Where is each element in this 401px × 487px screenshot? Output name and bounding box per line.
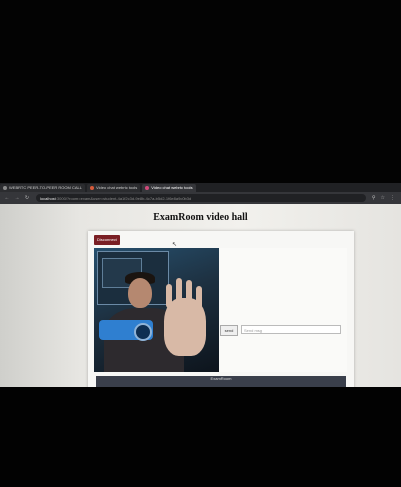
finger	[196, 286, 202, 310]
browser-address-bar: ← → ↻ localhost:3000/?room=exam&user=stu…	[0, 192, 401, 204]
url-host: localhost	[40, 195, 56, 201]
finger	[166, 284, 172, 308]
footer-title: ExamRoom	[210, 376, 232, 381]
forward-arrow-icon[interactable]: →	[14, 195, 20, 201]
tab-title: WEBRTC PEER-TO-PEER ROOM CALL	[9, 185, 82, 190]
tab-favicon-icon	[89, 185, 94, 190]
send-button[interactable]: send	[220, 325, 238, 336]
browser-tab[interactable]: WEBRTC PEER-TO-PEER ROOM CALL	[0, 184, 85, 192]
tab-favicon-icon	[3, 185, 7, 190]
chat-panel	[219, 248, 347, 372]
finger	[176, 278, 182, 304]
browser-tab[interactable]: Video chat webrtc tools	[86, 184, 141, 192]
photo-dark-surround-top	[0, 0, 401, 183]
web-page: ExamRoom video hall Disconnect ↖ send Se…	[0, 204, 401, 387]
page-title: ExamRoom video hall	[153, 212, 248, 223]
photo-dark-surround-bottom	[0, 387, 401, 487]
tab-title: Video chat webrtc tools	[95, 185, 138, 190]
finger	[186, 280, 192, 306]
reload-icon[interactable]: ↻	[24, 195, 30, 201]
phone-camera-icon	[134, 323, 152, 341]
local-video-feed	[94, 248, 219, 372]
menu-icon[interactable]: ⋮	[390, 195, 395, 201]
browser-tab-active[interactable]: Video chat webrtc tools	[142, 184, 196, 192]
tab-favicon-icon	[145, 185, 150, 190]
star-icon[interactable]: ☆	[381, 195, 385, 201]
tab-title: Video chat webrtc tools	[151, 185, 193, 190]
mouse-cursor-icon: ↖	[172, 242, 178, 248]
url-input[interactable]: localhost:3000/?room=exam&user=student-4…	[36, 194, 366, 202]
back-arrow-icon[interactable]: ←	[4, 195, 10, 201]
page-footer: ExamRoom	[96, 376, 346, 387]
person-face	[128, 278, 152, 308]
disconnect-button[interactable]: Disconnect	[94, 235, 120, 245]
search-icon[interactable]: ⚲	[372, 195, 376, 201]
message-input[interactable]: Send msg	[241, 325, 341, 334]
url-path: :3000/?room=exam&user=student-4a1f2c3d-9…	[55, 195, 192, 201]
browser-tab-bar: WEBRTC PEER-TO-PEER ROOM CALL Video chat…	[0, 183, 401, 192]
